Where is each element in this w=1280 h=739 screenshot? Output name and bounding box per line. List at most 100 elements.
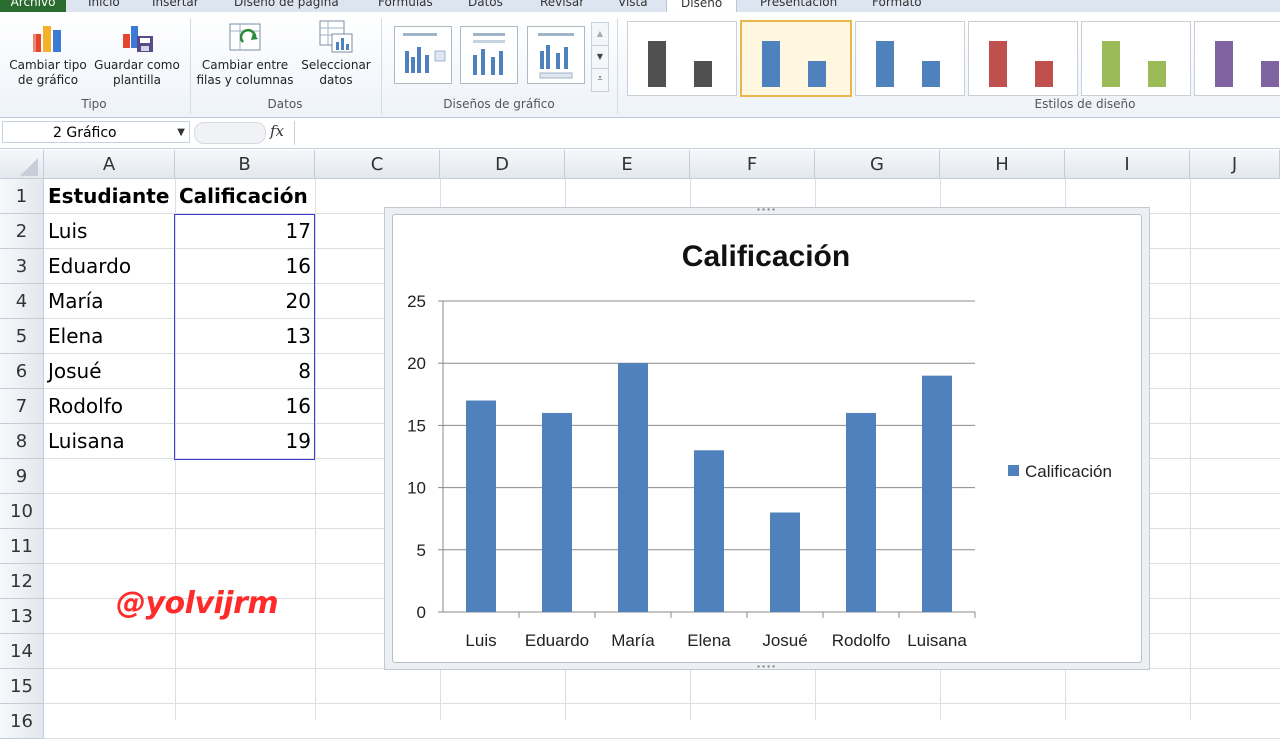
row-header-4[interactable]: 4 xyxy=(0,284,44,319)
scroll-down-icon[interactable]: ▼ xyxy=(592,45,608,68)
legend-label: Calificación xyxy=(1025,462,1112,481)
select-data-button[interactable]: Seleccionar datos xyxy=(298,20,374,88)
tab-home[interactable]: Inicio xyxy=(88,0,120,12)
chevron-down-icon[interactable]: ▼ xyxy=(177,122,185,144)
y-tick-label: 20 xyxy=(407,354,426,373)
resize-handle-bottom-icon[interactable]: ∙∙∙∙ xyxy=(756,662,776,670)
row-header-7[interactable]: 7 xyxy=(0,389,44,424)
column-header-b[interactable]: B xyxy=(175,150,315,179)
bar xyxy=(922,375,952,612)
cell-student-name[interactable]: María xyxy=(48,284,173,319)
style-preview-bar xyxy=(989,41,1007,87)
tab-format[interactable]: Formato xyxy=(872,0,922,12)
row-header-13[interactable]: 13 xyxy=(0,599,44,634)
row-header-11[interactable]: 11 xyxy=(0,529,44,564)
column-header-h[interactable]: H xyxy=(940,150,1065,179)
row-header-9[interactable]: 9 xyxy=(0,459,44,494)
column-header-a[interactable]: A xyxy=(44,150,175,179)
x-tick-label: Josué xyxy=(762,631,807,650)
tab-file[interactable]: Archivo xyxy=(0,0,66,12)
row-header-10[interactable]: 10 xyxy=(0,494,44,529)
y-tick-label: 15 xyxy=(407,416,426,435)
chart-style-4[interactable] xyxy=(968,21,1078,96)
select-all-corner[interactable] xyxy=(0,150,44,179)
insert-function-icon[interactable]: fx xyxy=(270,122,284,140)
change-chart-type-button[interactable]: Cambiar tipo de gráfico xyxy=(6,20,90,88)
tab-page-layout[interactable]: Diseño de página xyxy=(234,0,339,12)
chart-layout-1[interactable] xyxy=(394,26,452,84)
row-header-3[interactable]: 3 xyxy=(0,249,44,284)
x-tick-label: Luis xyxy=(465,631,496,650)
cell-b1-header[interactable]: Calificación xyxy=(179,179,311,214)
chart-style-6[interactable] xyxy=(1194,21,1280,96)
row-header-2[interactable]: 2 xyxy=(0,214,44,249)
chart-style-3[interactable] xyxy=(855,21,965,96)
column-header-g[interactable]: G xyxy=(815,150,940,179)
y-tick-label: 5 xyxy=(417,541,426,560)
tab-formulas[interactable]: Fórmulas xyxy=(378,0,433,12)
tab-review[interactable]: Revisar xyxy=(540,0,584,12)
name-box[interactable]: 2 Gráfico ▼ xyxy=(2,121,190,143)
scroll-up-icon[interactable]: ▲ xyxy=(592,23,608,45)
column-header-i[interactable]: I xyxy=(1065,150,1190,179)
column-header-j[interactable]: J xyxy=(1190,150,1280,179)
layouts-gallery-scroll[interactable]: ▲ ▼ ⩡ xyxy=(591,22,609,92)
change-chart-type-label-2: de gráfico xyxy=(17,73,79,87)
row-header-5[interactable]: 5 xyxy=(0,319,44,354)
row-header-16[interactable]: 16 xyxy=(0,704,44,739)
column-header-f[interactable]: F xyxy=(690,150,815,179)
column-header-c[interactable]: C xyxy=(315,150,440,179)
cell-student-name[interactable]: Elena xyxy=(48,319,173,354)
y-tick-label: 0 xyxy=(417,603,426,622)
style-preview-bar xyxy=(1102,41,1120,87)
row-header-12[interactable]: 12 xyxy=(0,564,44,599)
chart-layout-3[interactable] xyxy=(527,26,585,84)
tab-view[interactable]: Vista xyxy=(618,0,648,12)
group-separator xyxy=(190,18,191,114)
tab-data[interactable]: Datos xyxy=(468,0,503,12)
save-as-template-label-2: plantilla xyxy=(113,73,161,87)
group-label-data: Datos xyxy=(267,97,303,111)
chart-style-1[interactable] xyxy=(627,21,737,96)
group-separator xyxy=(617,18,618,114)
group-label-layouts: Diseños de gráfico xyxy=(443,97,555,111)
row-header-8[interactable]: 8 xyxy=(0,424,44,459)
column-header-e[interactable]: E xyxy=(565,150,690,179)
bar xyxy=(466,400,496,612)
x-tick-label: Luisana xyxy=(907,631,967,650)
row-header-1[interactable]: 1 xyxy=(0,179,44,214)
tab-layout[interactable]: Presentación xyxy=(760,0,837,12)
save-as-template-button[interactable]: Guardar como plantilla xyxy=(92,20,182,88)
chart-type-icon xyxy=(30,20,66,54)
cell-student-name[interactable]: Luisana xyxy=(48,424,173,459)
chart-style-2[interactable] xyxy=(740,20,852,97)
resize-handle-top-icon[interactable]: ∙∙∙∙ xyxy=(756,207,776,214)
formula-bar-resizer[interactable] xyxy=(194,122,266,144)
row-header-14[interactable]: 14 xyxy=(0,634,44,669)
select-data-label-1: Seleccionar xyxy=(301,58,371,72)
chart-layout-2[interactable] xyxy=(460,26,518,84)
cell-a1-header[interactable]: Estudiante xyxy=(48,179,173,214)
chart-title[interactable]: Calificación xyxy=(682,240,850,273)
cell-student-name[interactable]: Luis xyxy=(48,214,173,249)
formula-bar-separator xyxy=(294,121,295,145)
x-tick-label: Eduardo xyxy=(525,631,589,650)
bar xyxy=(542,412,572,612)
x-tick-label: María xyxy=(611,631,655,650)
cell-student-name[interactable]: Rodolfo xyxy=(48,389,173,424)
row-header-15[interactable]: 15 xyxy=(0,669,44,704)
row-header-6[interactable]: 6 xyxy=(0,354,44,389)
chart-style-5[interactable] xyxy=(1081,21,1191,96)
group-separator xyxy=(381,18,382,114)
gallery-more-icon[interactable]: ⩡ xyxy=(592,68,608,91)
switch-row-column-button[interactable]: Cambiar entre filas y columnas xyxy=(196,20,294,88)
name-box-value: 2 Gráfico xyxy=(53,125,117,141)
bar-chart[interactable]: Calificación 0 5 10 15 20 25 Luis Eduardo María E… xyxy=(384,207,1150,670)
cell-student-name[interactable]: Eduardo xyxy=(48,249,173,284)
save-template-icon xyxy=(119,20,155,54)
cell-student-name[interactable]: Josué xyxy=(48,354,173,389)
select-data-label-2: datos xyxy=(319,73,353,87)
column-header-d[interactable]: D xyxy=(440,150,565,179)
tab-insert[interactable]: Insertar xyxy=(152,0,199,12)
grid-line xyxy=(1190,179,1191,720)
